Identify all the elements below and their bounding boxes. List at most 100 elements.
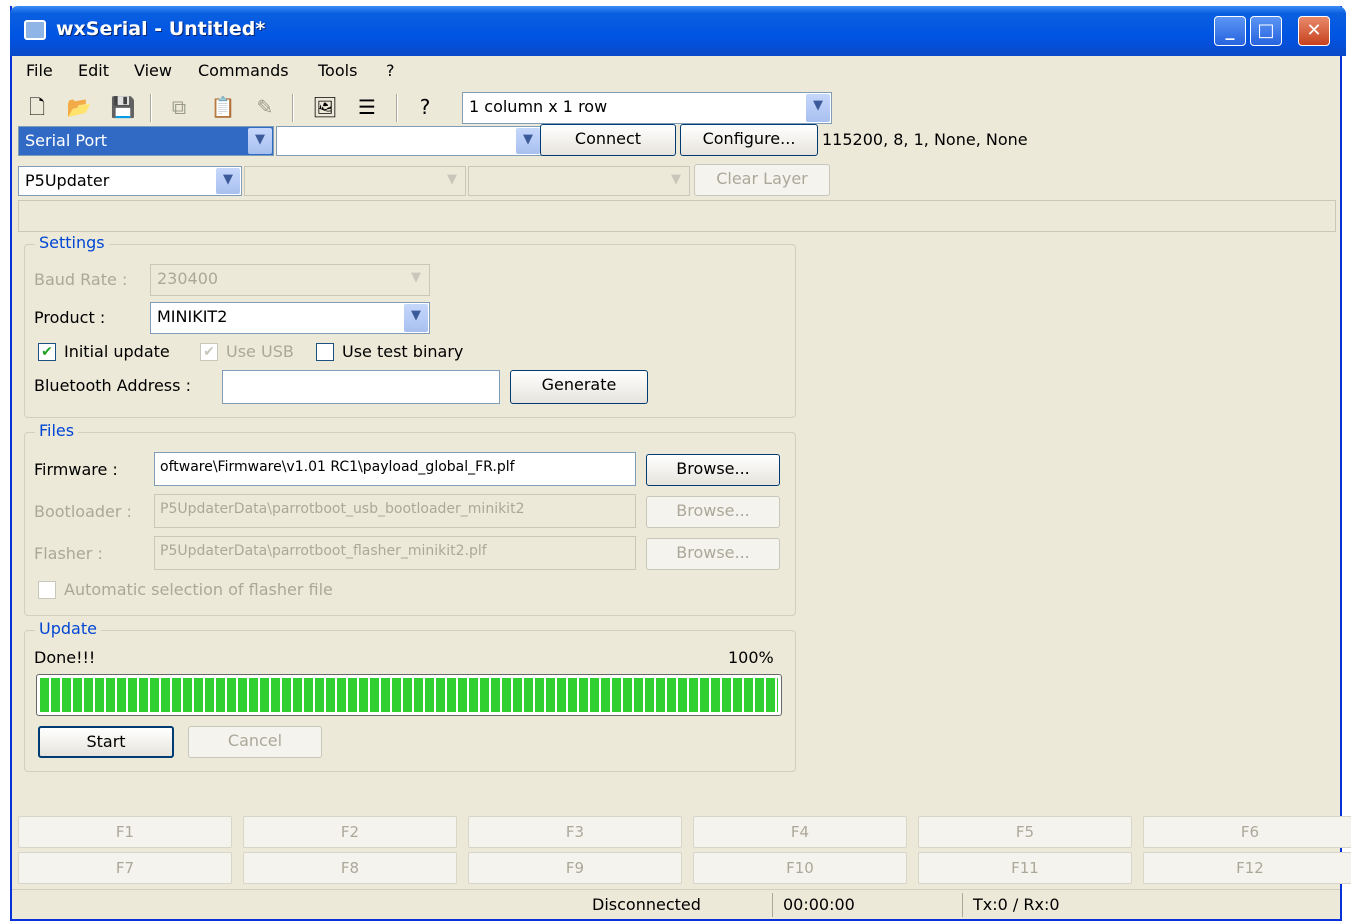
firmware-label: Firmware : — [34, 460, 118, 479]
menu-view[interactable]: View — [134, 61, 172, 80]
timer-status: 00:00:00 — [772, 893, 962, 917]
product-label: Product : — [34, 308, 106, 327]
use-usb-checkbox[interactable]: ✔ — [200, 343, 218, 361]
connection-status: Disconnected — [592, 895, 701, 914]
bluetooth-address-input[interactable] — [222, 370, 500, 404]
function-key-f10[interactable]: F10 — [693, 852, 907, 884]
window-title: wxSerial - Untitled* — [56, 18, 266, 40]
traffic-counter: Tx:0 / Rx:0 — [962, 893, 1322, 917]
bluetooth-address-label: Bluetooth Address : — [34, 376, 191, 395]
bootloader-browse-button[interactable]: Browse... — [646, 496, 780, 528]
maximize-button[interactable]: □ — [1250, 16, 1282, 46]
use-test-binary-label[interactable]: Use test binary — [342, 342, 463, 361]
baud-rate-select[interactable]: 230400 ▼ — [150, 264, 430, 296]
menu-bar: File Edit View Commands Tools ? — [12, 56, 1340, 86]
bootloader-path-input[interactable]: P5UpdaterData\parrotboot_usb_bootloader_… — [154, 494, 636, 528]
toolbar-separator — [292, 94, 294, 122]
toolbar-separator — [396, 94, 398, 122]
paste-icon[interactable]: 📋 — [210, 94, 236, 120]
initial-update-label[interactable]: Initial update — [64, 342, 170, 361]
bootloader-label: Bootloader : — [34, 502, 132, 521]
layer-panel-strip — [18, 200, 1336, 232]
open-folder-icon[interactable]: 📂 — [66, 94, 92, 120]
baud-rate-value: 230400 — [157, 269, 219, 288]
app-icon — [24, 20, 46, 40]
chevron-down-icon: ▼ — [664, 168, 688, 194]
configure-button[interactable]: Configure... — [680, 124, 818, 156]
chevron-down-icon: ▼ — [404, 266, 428, 294]
update-percent-text: 100% — [728, 648, 774, 667]
toolbar-separator — [150, 94, 152, 122]
protocol-value: P5Updater — [25, 171, 110, 190]
connect-button[interactable]: Connect — [540, 124, 676, 156]
use-usb-label[interactable]: Use USB — [226, 342, 294, 361]
layout-select-value: 1 column x 1 row — [469, 97, 608, 116]
protocol-select[interactable]: P5Updater ▼ — [18, 166, 242, 196]
function-key-f4[interactable]: F4 — [693, 816, 907, 848]
product-select[interactable]: MINIKIT2 ▼ — [150, 302, 430, 334]
help-icon[interactable]: ? — [412, 94, 438, 120]
generate-button[interactable]: Generate — [510, 370, 648, 404]
sub-layer-select-1[interactable]: ▼ — [244, 166, 466, 196]
function-key-f1[interactable]: F1 — [18, 816, 232, 848]
function-key-f9[interactable]: F9 — [468, 852, 682, 884]
clear-icon[interactable]: ✎ — [252, 94, 278, 120]
image-icon[interactable]: 🖼 — [312, 94, 338, 120]
menu-file[interactable]: File — [26, 61, 53, 80]
new-file-icon[interactable]: 🗋 — [24, 94, 50, 120]
function-key-f5[interactable]: F5 — [918, 816, 1132, 848]
function-key-f3[interactable]: F3 — [468, 816, 682, 848]
auto-flasher-checkbox[interactable] — [38, 581, 56, 599]
chevron-down-icon: ▼ — [440, 168, 464, 194]
chevron-down-icon[interactable]: ▼ — [404, 304, 428, 332]
port-type-select[interactable]: Serial Port ▼ — [18, 126, 274, 156]
menu-tools[interactable]: Tools — [318, 61, 357, 80]
function-key-f8[interactable]: F8 — [243, 852, 457, 884]
auto-flasher-label[interactable]: Automatic selection of flasher file — [64, 580, 333, 599]
layout-select[interactable]: 1 column x 1 row ▼ — [462, 92, 832, 124]
list-icon[interactable]: ☰ — [354, 94, 380, 120]
minimize-button[interactable]: _ — [1214, 16, 1246, 46]
flasher-label: Flasher : — [34, 544, 103, 563]
cancel-button[interactable]: Cancel — [188, 726, 322, 758]
flasher-browse-button[interactable]: Browse... — [646, 538, 780, 570]
update-group-title: Update — [35, 619, 101, 638]
initial-update-checkbox[interactable]: ✔ — [38, 343, 56, 361]
progress-fill — [40, 678, 778, 712]
port-settings-text: 115200, 8, 1, None, None — [822, 130, 1028, 149]
chevron-down-icon[interactable]: ▼ — [248, 128, 272, 154]
title-bar[interactable]: wxSerial - Untitled* _ □ ✕ — [10, 6, 1346, 56]
chevron-down-icon[interactable]: ▼ — [806, 94, 830, 122]
port-select[interactable]: ▼ — [276, 126, 542, 156]
menu-help[interactable]: ? — [386, 61, 395, 80]
settings-group-title: Settings — [35, 233, 109, 252]
function-key-f2[interactable]: F2 — [243, 816, 457, 848]
function-key-f11[interactable]: F11 — [918, 852, 1132, 884]
copy-icon[interactable]: ⧉ — [166, 94, 192, 120]
update-progress-bar — [36, 674, 782, 716]
menu-edit[interactable]: Edit — [78, 61, 109, 80]
function-key-f7[interactable]: F7 — [18, 852, 232, 884]
update-status-text: Done!!! — [34, 648, 96, 667]
close-button[interactable]: ✕ — [1298, 16, 1330, 46]
save-icon[interactable]: 💾 — [110, 94, 136, 120]
chevron-down-icon[interactable]: ▼ — [216, 168, 240, 194]
firmware-path-input[interactable]: oftware\Firmware\v1.01 RC1\payload_globa… — [154, 452, 636, 486]
menu-commands[interactable]: Commands — [198, 61, 289, 80]
sub-layer-select-2[interactable]: ▼ — [468, 166, 690, 196]
files-group-title: Files — [35, 421, 79, 440]
status-bar: Disconnected 00:00:00 Tx:0 / Rx:0 — [12, 889, 1340, 919]
firmware-browse-button[interactable]: Browse... — [646, 454, 780, 486]
clear-layer-button[interactable]: Clear Layer — [694, 164, 830, 196]
start-button[interactable]: Start — [38, 726, 174, 758]
flasher-path-input[interactable]: P5UpdaterData\parrotboot_flasher_minikit… — [154, 536, 636, 570]
port-type-value: Serial Port — [25, 131, 108, 150]
toolbar: 🗋 📂 💾 ⧉ 📋 ✎ 🖼 ☰ ? 1 column x 1 row ▼ — [12, 88, 1340, 128]
app-window: wxSerial - Untitled* _ □ ✕ File Edit Vie… — [10, 6, 1351, 921]
product-value: MINIKIT2 — [157, 307, 228, 326]
chevron-down-icon[interactable]: ▼ — [516, 128, 540, 154]
function-key-f6[interactable]: F6 — [1143, 816, 1351, 848]
baud-rate-label: Baud Rate : — [34, 270, 128, 289]
function-key-f12[interactable]: F12 — [1143, 852, 1351, 884]
use-test-binary-checkbox[interactable] — [316, 343, 334, 361]
